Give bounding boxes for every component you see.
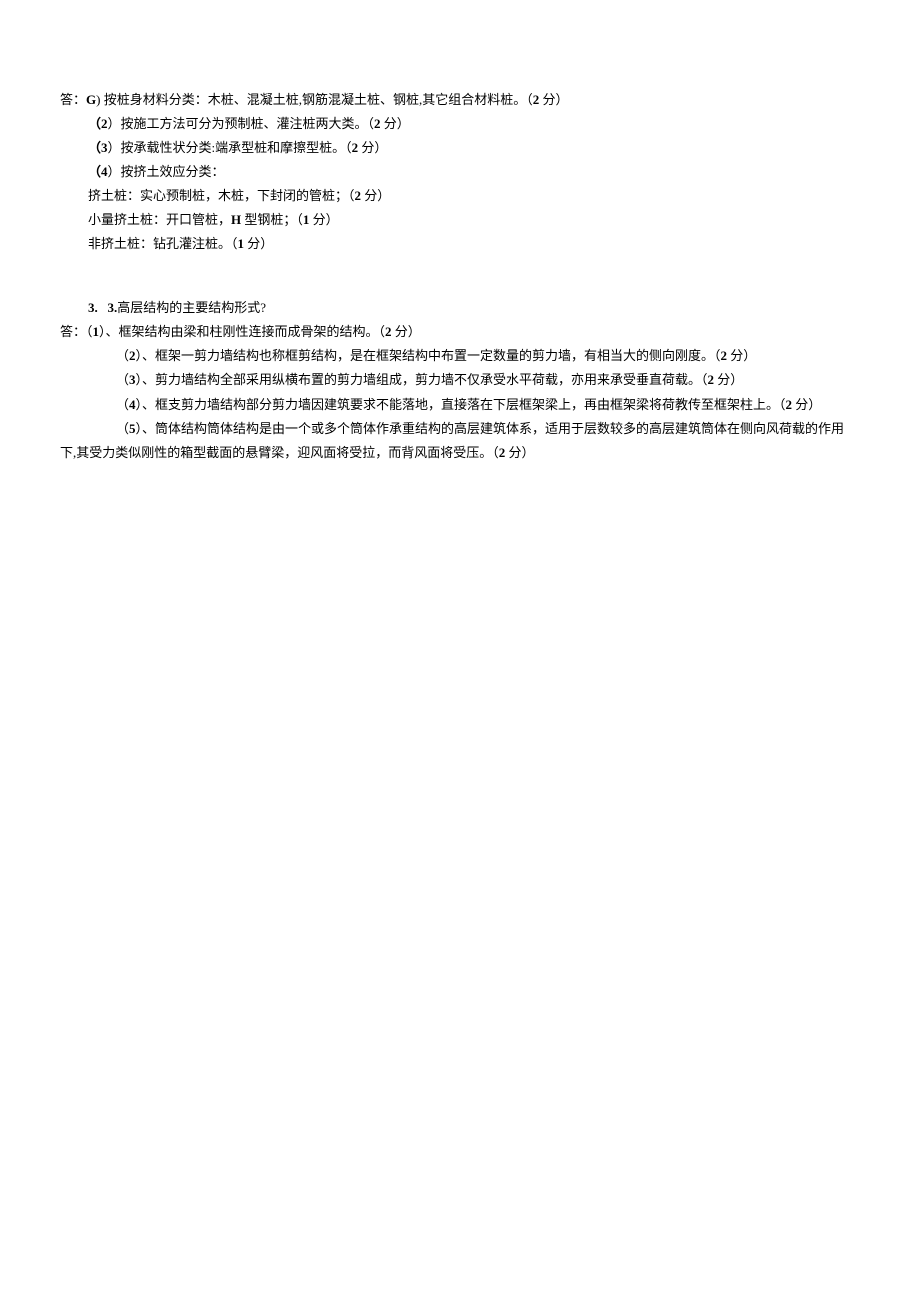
points-suffix: 分）: [309, 212, 338, 227]
answer-text: 挤土桩：实心预制桩，木桩，下封闭的管桩；（: [88, 188, 355, 203]
answer-text: ）按施工方法可分为预制桩、灌注桩两大类。（: [108, 116, 375, 131]
points-suffix: 分）: [381, 116, 410, 131]
item-prefix: （: [116, 348, 129, 363]
item-prefix: （: [116, 372, 129, 387]
answer-block-1: 答：G) 按桩身材料分类：木桩、混凝土桩,钢筋混凝土桩、钢桩,其它组合材料桩。（…: [60, 88, 860, 256]
points-suffix: 分）: [392, 324, 421, 339]
answer-text: 非挤土桩：钻孔灌注桩。（: [88, 236, 238, 251]
item-prefix: （: [116, 421, 129, 436]
answer-text: ）、剪力墙结构全部采用纵横布置的剪力墙组成，剪力墙不仅承受水平荷载，亦用来承受垂…: [136, 372, 708, 387]
answer-line: （2）按施工方法可分为预制桩、灌注桩两大类。（2 分）: [60, 112, 860, 136]
answer-line: （4）、框支剪力墙结构部分剪力墙因建筑要求不能落地，直接落在下层框架梁上，再由框…: [60, 393, 860, 417]
points-suffix: 分）: [539, 92, 568, 107]
answer-text: ）、框架一剪力墙结构也称框剪结构，是在框架结构中布置一定数量的剪力墙，有相当大的…: [136, 348, 721, 363]
answer-line: （3）按承载性状分类:端承型桩和摩擦型桩。（2 分）: [60, 136, 860, 160]
answer-prefix: 答：（: [60, 324, 93, 339]
item-label: G: [86, 92, 96, 107]
answer-line: 小量挤土桩：开口管桩，H 型钢桩；（1 分）: [60, 208, 860, 232]
answer-line: （3）、剪力墙结构全部采用纵横布置的剪力墙组成，剪力墙不仅承受水平荷载，亦用来承…: [60, 368, 860, 392]
points-suffix: 分）: [505, 445, 534, 460]
answer-line: 挤土桩：实心预制桩，木桩，下封闭的管桩；（2 分）: [60, 184, 860, 208]
points-suffix: 分）: [361, 188, 390, 203]
answer-line: （2）、框架一剪力墙结构也称框剪结构，是在框架结构中布置一定数量的剪力墙，有相当…: [60, 344, 860, 368]
answer-line-continuation: 下,其受力类似刚性的箱型截面的悬臂梁，迎风面将受拉，而背风面将受压。（2 分）: [60, 441, 860, 465]
inline-bold: H: [231, 212, 241, 227]
question-line: 3. 3.高层结构的主要结构形式?: [60, 296, 860, 320]
item-label: （3: [88, 140, 108, 155]
answer-text: ) 按桩身材料分类：木桩、混凝土桩,钢筋混凝土桩、钢桩,其它组合材料桩。（: [96, 92, 533, 107]
answer-line: 非挤土桩：钻孔灌注桩。（1 分）: [60, 232, 860, 256]
item-label: （2: [88, 116, 108, 131]
answer-text: ）、框支剪力墙结构部分剪力墙因建筑要求不能落地，直接落在下层框架梁上，再由框架梁…: [136, 397, 786, 412]
points-suffix: 分）: [714, 372, 743, 387]
item-label: （4: [88, 164, 108, 179]
question-number: 3.: [88, 300, 98, 315]
answer-line: （5）、筒体结构筒体结构是由一个或多个筒体作承重结构的高层建筑体系，适用于层数较…: [60, 417, 860, 441]
points-suffix: 分）: [792, 397, 821, 412]
answer-text: 下,其受力类似刚性的箱型截面的悬臂梁，迎风面将受拉，而背风面将受压。（: [60, 445, 499, 460]
points-suffix: 分）: [244, 236, 273, 251]
answer-line: 答：（1）、框架结构由梁和柱刚性连接而成骨架的结构。（2 分）: [60, 320, 860, 344]
answer-text: 型钢桩；（: [241, 212, 303, 227]
answer-text: 小量挤土桩：开口管桩，: [88, 212, 231, 227]
answer-block-2: 3. 3.高层结构的主要结构形式? 答：（1）、框架结构由梁和柱刚性连接而成骨架…: [60, 296, 860, 464]
points-suffix: 分）: [358, 140, 387, 155]
answer-line: 答：G) 按桩身材料分类：木桩、混凝土桩,钢筋混凝土桩、钢桩,其它组合材料桩。（…: [60, 88, 860, 112]
question-number: 3.: [108, 300, 118, 315]
answer-line: （4）按挤土效应分类：: [60, 160, 860, 184]
item-prefix: （: [116, 397, 129, 412]
question-text: 高层结构的主要结构形式?: [117, 300, 266, 315]
answer-text: ）、筒体结构筒体结构是由一个或多个筒体作承重结构的高层建筑体系，适用于层数较多的…: [136, 421, 845, 436]
answer-text: ）、框架结构由梁和柱刚性连接而成骨架的结构。（: [99, 324, 385, 339]
answer-text: ）按挤土效应分类：: [108, 164, 225, 179]
answer-prefix: 答：: [60, 92, 86, 107]
answer-text: ）按承载性状分类:端承型桩和摩擦型桩。（: [108, 140, 352, 155]
points-suffix: 分）: [727, 348, 756, 363]
